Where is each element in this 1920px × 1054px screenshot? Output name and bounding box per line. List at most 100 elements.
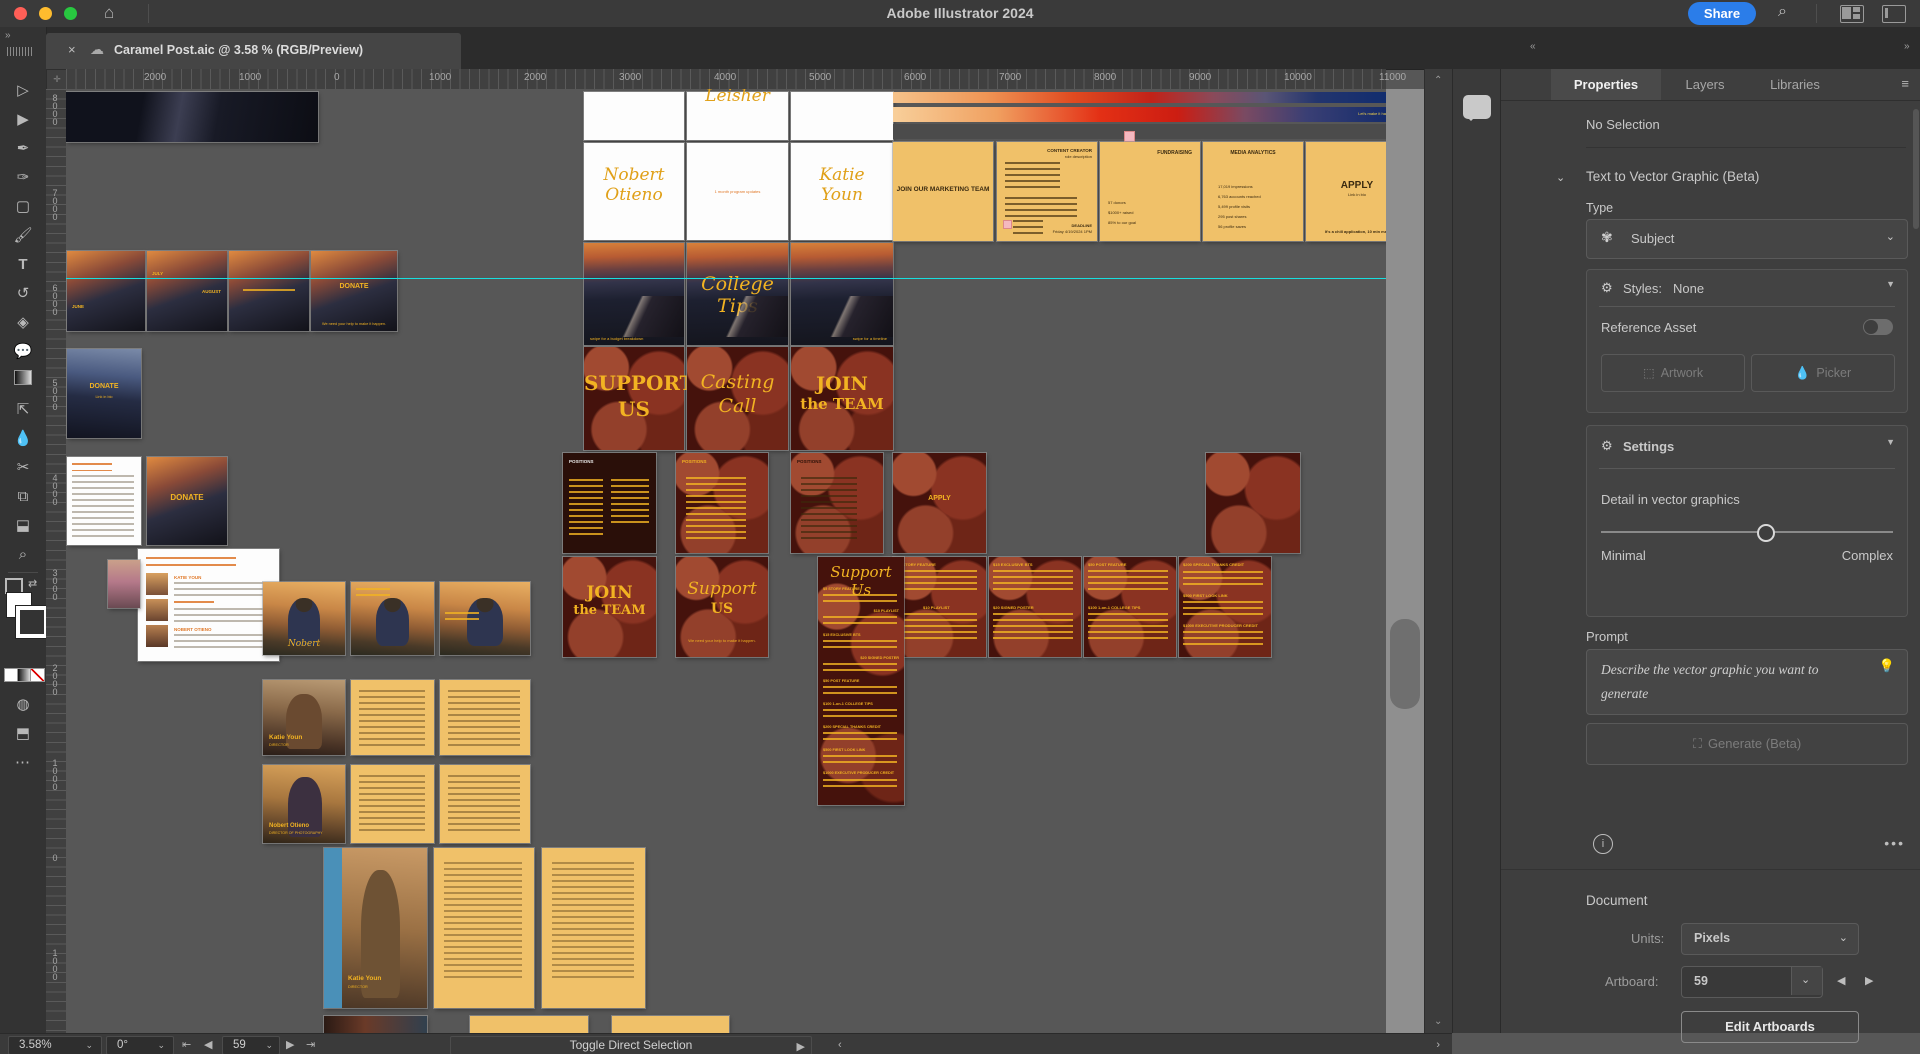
chevron-down-icon[interactable]: ⌄ bbox=[1556, 171, 1565, 184]
artboard-apply-photo-card[interactable]: APPLY bbox=[893, 453, 986, 553]
artboard-white-card[interactable] bbox=[584, 92, 684, 140]
units-dropdown[interactable]: Pixels ⌄ bbox=[1681, 923, 1859, 955]
artboard-portrait-card[interactable]: Nobert bbox=[263, 582, 345, 655]
rectangle-tool[interactable]: ▢ bbox=[0, 192, 46, 221]
rotate-tool[interactable]: ↺ bbox=[0, 279, 46, 308]
artboard-nobert-portrait[interactable]: Nobert Otieno DIRECTOR OF PHOTOGRAPHY bbox=[263, 765, 345, 843]
artboard-positions-card[interactable]: POSITIONS bbox=[791, 453, 883, 553]
artboard-beach-card[interactable]: swipe for a budget breakdown bbox=[584, 243, 684, 345]
stroke-swatch[interactable] bbox=[15, 605, 49, 639]
lightbulb-icon[interactable]: 💡 bbox=[1879, 658, 1895, 674]
artboard-bio-yellow-card[interactable] bbox=[351, 680, 434, 755]
artboard-tall-support-poster[interactable]: Support Us $5 STORY FEATURE $10 PLAYLIST… bbox=[818, 557, 904, 805]
ruler-origin[interactable]: ✛ bbox=[46, 69, 68, 91]
artboard-positions-card[interactable]: POSITIONS bbox=[676, 453, 768, 553]
artboard-portrait-card[interactable] bbox=[440, 582, 530, 655]
artboard-yellow-sliver[interactable] bbox=[612, 1016, 729, 1033]
artboard-gradient-strip[interactable] bbox=[893, 92, 1386, 103]
artboard-apply-card[interactable]: APPLY Link in bio It's a chill applicati… bbox=[1306, 142, 1386, 241]
artboard-bio-yellow-card[interactable] bbox=[440, 680, 530, 755]
edit-artboards-button[interactable]: Edit Artboards bbox=[1681, 1011, 1859, 1043]
artboard-perk-card[interactable]: $15 EXCLUSIVE BTS $20 SIGNED POSTER bbox=[989, 557, 1081, 657]
artboard-credits-sheet[interactable]: KATIE YOUN NOBERT OTIENO bbox=[138, 549, 279, 661]
artboard-portrait-sliver[interactable] bbox=[324, 1016, 427, 1033]
scroll-up-icon[interactable]: ⌃ bbox=[1434, 75, 1442, 86]
artboard-bio-yellow-card[interactable] bbox=[351, 765, 434, 843]
artboard-portrait-card[interactable] bbox=[351, 582, 434, 655]
artboard-photo-fragment[interactable] bbox=[66, 92, 318, 142]
artboard-bio-card[interactable] bbox=[67, 457, 141, 545]
next-artboard-icon[interactable]: ▶ bbox=[1865, 974, 1873, 987]
dropdown-triangle-icon[interactable]: ▼ bbox=[1886, 279, 1895, 289]
reference-asset-toggle[interactable] bbox=[1863, 319, 1893, 335]
artboard-join-team-card[interactable]: JOIN the TEAM bbox=[563, 557, 656, 657]
type-tool[interactable]: T bbox=[0, 250, 46, 279]
lasso-tool[interactable]: 💬 bbox=[0, 337, 46, 366]
none-button[interactable] bbox=[30, 668, 45, 682]
artboard-fundraising-card[interactable]: FUNDRAISING 57 donors $1000+ raised 85% … bbox=[1100, 142, 1200, 241]
detail-slider-track[interactable] bbox=[1601, 531, 1893, 533]
artboard-combo[interactable]: 59 ⌄ bbox=[1681, 966, 1823, 998]
generate-button[interactable]: ⛶ Generate (Beta) bbox=[1586, 723, 1908, 765]
artboard-tool[interactable]: ⬓ bbox=[0, 511, 46, 540]
width-tool[interactable]: ⇱ bbox=[0, 395, 46, 424]
artboard-gradient-strip[interactable]: Let's make it happen. bbox=[893, 107, 1386, 122]
curvature-tool[interactable]: ✑ bbox=[0, 163, 46, 192]
info-icon[interactable]: i bbox=[1593, 834, 1613, 854]
artboard-updates-card[interactable]: 1 month program updates bbox=[687, 143, 788, 240]
expand-dock-icon[interactable]: » bbox=[1904, 41, 1909, 52]
eraser-tool[interactable]: ◈ bbox=[0, 308, 46, 337]
artboard-media-analytics-card[interactable]: MEDIA ANALYTICS 17,019 impressions 6,763… bbox=[1203, 142, 1303, 241]
screen-mode-icon[interactable]: ⬒ bbox=[0, 719, 46, 748]
prompt-field[interactable]: Describe the vector graphic you want to … bbox=[1586, 649, 1908, 715]
draw-mode-icon[interactable]: ◍ bbox=[0, 690, 46, 719]
status-next-icon[interactable]: › bbox=[1436, 1035, 1440, 1054]
panel-scrollbar-thumb[interactable] bbox=[1913, 109, 1919, 229]
artboard-beach-card[interactable]: swipe for a timeline bbox=[791, 243, 893, 345]
rotation-dropdown[interactable]: 0° ⌄ bbox=[106, 1036, 174, 1054]
artboard-month-card[interactable]: JULY AUGUST bbox=[147, 251, 227, 331]
eyedropper-tool[interactable]: 💧 bbox=[0, 424, 46, 453]
share-button[interactable]: Share bbox=[1688, 2, 1756, 25]
artboard-white-card[interactable]: Leisher bbox=[687, 89, 788, 140]
artboard-positions-card[interactable]: POSITIONS bbox=[563, 453, 656, 553]
document-arrange-icon[interactable] bbox=[1882, 5, 1906, 23]
gradient-tool[interactable] bbox=[0, 366, 46, 395]
last-artboard-icon[interactable]: ⇥ bbox=[306, 1035, 315, 1054]
document-tab[interactable]: × ☁ Caramel Post.aic @ 3.58 % (RGB/Previ… bbox=[46, 33, 461, 69]
type-dropdown[interactable]: ✾ Subject ⌄ bbox=[1586, 219, 1908, 259]
artboard-katie2-portrait[interactable]: Katie Youn DIRECTOR bbox=[324, 848, 427, 1008]
artboard-small-portrait[interactable] bbox=[108, 560, 140, 608]
artboard-support-us-card[interactable]: Support US We need your help to make it … bbox=[676, 557, 768, 657]
search-icon[interactable]: ⌕ bbox=[1778, 3, 1787, 21]
guide-line[interactable] bbox=[66, 278, 1386, 279]
zoom-tool[interactable]: ⌕ bbox=[0, 540, 46, 569]
paintbrush-tool[interactable]: 🖌 bbox=[0, 221, 46, 250]
pen-tool[interactable]: ✒ bbox=[0, 134, 46, 163]
artboard-month-card[interactable] bbox=[229, 251, 309, 331]
artboard-katie-card[interactable]: Katie Youn bbox=[791, 143, 893, 240]
blend-tool[interactable]: ✂ bbox=[0, 453, 46, 482]
pink-swatch[interactable] bbox=[1124, 131, 1135, 142]
canvas[interactable]: Leisher Nobert Otieno 1 month program up… bbox=[66, 89, 1386, 1033]
panel-menu-icon[interactable]: ≡ bbox=[1901, 76, 1909, 91]
zoom-level-dropdown[interactable]: 3.58% ⌄ bbox=[8, 1036, 102, 1054]
fill-stroke-control[interactable] bbox=[6, 592, 49, 656]
vertical-scrollbar[interactable]: ⌃ ⌄ bbox=[1424, 69, 1453, 1033]
artboard-donate-card[interactable]: DONATE bbox=[147, 457, 227, 545]
swap-fill-stroke-icon[interactable]: ⇄ bbox=[28, 577, 37, 590]
horizontal-ruler[interactable]: 2000 1000 0 1000 2000 3000 4000 5000 6000 700… bbox=[66, 69, 1406, 90]
dropdown-triangle-icon[interactable]: ▼ bbox=[1886, 437, 1895, 447]
artboard-apple-photo[interactable] bbox=[1206, 453, 1300, 553]
prev-artboard-icon[interactable]: ◀ bbox=[1837, 974, 1845, 987]
artwork-button[interactable]: ⬚ Artwork bbox=[1601, 354, 1745, 392]
artboard-content-creator-card[interactable]: CONTENT CREATOR role description DEADLIN… bbox=[997, 142, 1097, 241]
canvas-scrollbar-thumb[interactable] bbox=[1390, 619, 1420, 709]
tab-libraries[interactable]: Libraries bbox=[1749, 69, 1841, 100]
edit-toolbar-icon[interactable]: ⋯ bbox=[0, 748, 46, 777]
detail-slider-thumb[interactable] bbox=[1757, 524, 1775, 542]
artboard-bio-yellow-card[interactable] bbox=[542, 848, 645, 1008]
artboard-perk-card[interactable]: $5 STORY FEATURE $10 PLAYLIST bbox=[893, 557, 986, 657]
artboard-white-card[interactable] bbox=[791, 92, 893, 140]
prev-artboard-icon[interactable]: ◀ bbox=[204, 1035, 212, 1054]
